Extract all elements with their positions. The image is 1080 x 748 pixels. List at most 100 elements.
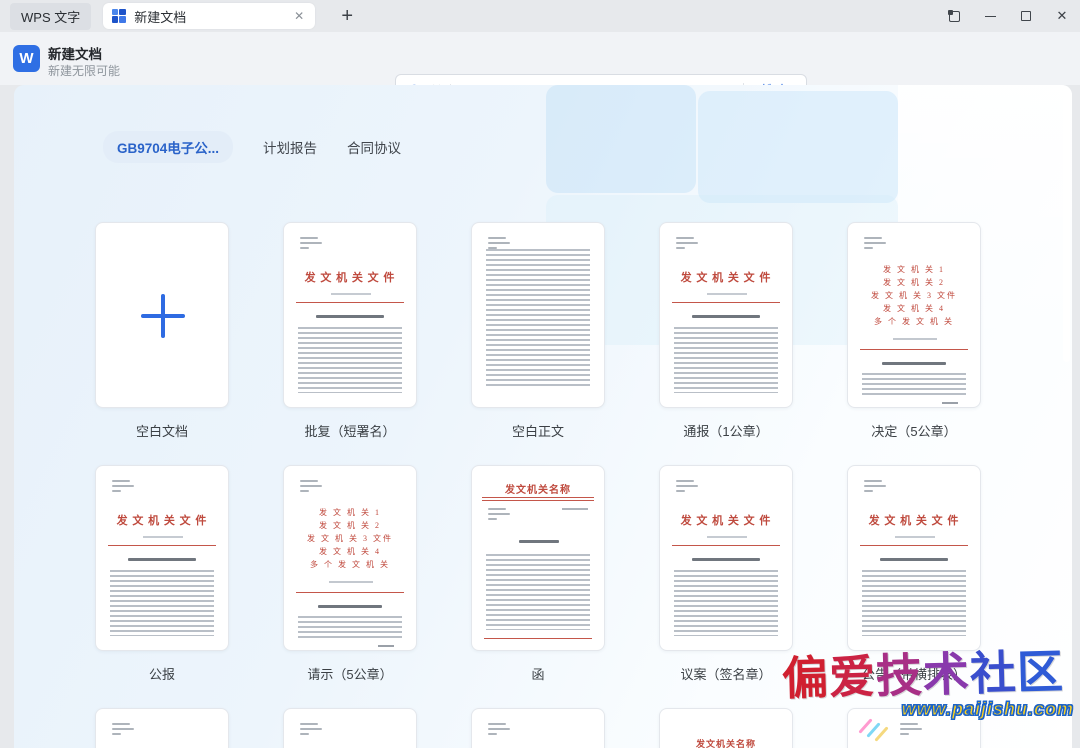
new-blank-plus-icon [161, 294, 165, 338]
header: W 新建文档 新建无限可能 搜索 [0, 32, 1080, 85]
doc-signature-line [378, 645, 394, 647]
template-card[interactable]: 发文机关名称 [471, 465, 605, 651]
template-card[interactable] [95, 222, 229, 408]
template-card[interactable]: 发文机关名称 [659, 708, 793, 748]
doc-red-rule [296, 302, 404, 303]
window-controls: ✕ [936, 0, 1080, 32]
document-tab[interactable]: 新建文档 ✕ [103, 3, 315, 29]
doc-meta-lines [300, 723, 322, 738]
document-grid-icon [112, 9, 126, 23]
template-cell: 发 文 机 关 文 件批复（短署名） [283, 222, 417, 465]
tab-close-icon[interactable]: ✕ [292, 9, 306, 23]
doc-body-lines [674, 327, 778, 393]
template-card[interactable]: 发 文 机 关 文 件 [659, 222, 793, 408]
template-card[interactable] [283, 708, 417, 748]
doc-body-lines [486, 554, 590, 630]
page-subtitle: 新建无限可能 [48, 62, 120, 79]
doc-title-line [880, 558, 948, 561]
watermark-text: 偏爱技术社区 [765, 646, 1080, 705]
doc-signature-line [942, 402, 958, 404]
layout-mode-button[interactable] [936, 0, 972, 32]
page-title: 新建文档 [48, 43, 102, 63]
doc-meta-lines [488, 508, 510, 523]
doc-red-heading: 发 文 机 关 文 件 [848, 512, 980, 528]
doc-title-line [316, 315, 384, 318]
doc-title-line [882, 362, 946, 365]
new-tab-button[interactable]: + [335, 5, 359, 28]
template-label: 决定（5公章） [847, 421, 981, 440]
template-cell: 发 文 机 关 文 件公报 [95, 465, 229, 708]
doc-body-lines [298, 327, 402, 393]
doc-meta-lines [562, 508, 588, 510]
template-card[interactable] [95, 708, 229, 748]
doc-org-list: 发 文 机 关 1发 文 机 关 2发 文 机 关 3 文件发 文 机 关 4多… [848, 263, 980, 328]
doc-body-lines [110, 570, 214, 636]
template-cell [283, 708, 417, 748]
doc-body-lines [486, 249, 590, 389]
app-menu-button[interactable]: WPS 文字 [10, 3, 91, 30]
template-card[interactable]: 发 文 机 关 1发 文 机 关 2发 文 机 关 3 文件发 文 机 关 4多… [283, 465, 417, 651]
template-card[interactable]: 发 文 机 关 文 件 [95, 465, 229, 651]
doc-red-heading: 发 文 机 关 文 件 [660, 512, 792, 528]
template-card[interactable] [471, 222, 605, 408]
doc-red-rule [860, 545, 968, 546]
template-label: 空白文档 [95, 421, 229, 440]
doc-body-lines [298, 616, 402, 640]
doc-red-rule [296, 592, 404, 593]
titlebar: WPS 文字 新建文档 ✕ + ✕ [0, 0, 1080, 32]
doc-org-list: 发 文 机 关 1发 文 机 关 2发 文 机 关 3 文件发 文 机 关 4多… [284, 506, 416, 571]
template-label: 通报（1公章） [659, 421, 793, 440]
template-cell: 发 文 机 关 文 件通报（1公章） [659, 222, 793, 465]
doc-body-lines [862, 570, 966, 636]
watermark-url: www.paijishu.com [902, 699, 1074, 720]
category-tab-item[interactable]: 合同协议 [347, 137, 401, 157]
doc-title-line [128, 558, 196, 561]
template-label: 公报 [95, 664, 229, 683]
template-card[interactable] [471, 708, 605, 748]
template-label: 批复（短署名） [283, 421, 417, 440]
template-card[interactable]: 发 文 机 关 文 件 [847, 465, 981, 651]
template-card[interactable]: 发 文 机 关 文 件 [283, 222, 417, 408]
wps-writer-logo: W [13, 45, 40, 72]
category-tab-item[interactable]: 计划报告 [263, 137, 317, 157]
doc-red-heading: 发文机关名称 [472, 481, 604, 496]
maximize-button[interactable] [1008, 0, 1044, 32]
doc-red-rule [484, 638, 592, 639]
doc-red-heading: 发 文 机 关 文 件 [284, 269, 416, 285]
doc-date-line [895, 536, 935, 538]
doc-body-lines [674, 570, 778, 636]
close-window-button[interactable]: ✕ [1044, 0, 1080, 32]
doc-red-rule [108, 545, 216, 546]
doc-meta-lines [300, 480, 322, 495]
template-card[interactable]: 发 文 机 关 文 件 [659, 465, 793, 651]
doc-red-rule [672, 302, 780, 303]
minimize-button[interactable] [972, 0, 1008, 32]
tab-title: 新建文档 [134, 7, 292, 26]
template-label: 请示（5公章） [283, 664, 417, 683]
template-cell [95, 708, 229, 748]
doc-meta-lines [112, 480, 134, 495]
doc-body-lines [862, 373, 966, 397]
maximize-icon [1021, 11, 1031, 21]
doc-title-line [692, 315, 760, 318]
background-decoration [546, 85, 696, 193]
doc-title-line [318, 605, 382, 608]
doc-meta-lines [300, 237, 322, 252]
scrollbar-thumb[interactable] [1063, 90, 1070, 362]
template-label: 函 [471, 664, 605, 683]
category-tab-active[interactable]: GB9704电子公... [103, 131, 233, 163]
doc-date-line [893, 338, 937, 340]
doc-meta-lines [488, 723, 510, 738]
doc-date-line [329, 581, 373, 583]
category-tabs: GB9704电子公... 计划报告 合同协议 [103, 131, 401, 163]
doc-date-line [707, 536, 747, 538]
template-card[interactable]: 发 文 机 关 1发 文 机 关 2发 文 机 关 3 文件发 文 机 关 4多… [847, 222, 981, 408]
template-cell: 发文机关名称 [659, 708, 793, 748]
layout-mode-icon [949, 11, 960, 22]
doc-red-rule [672, 545, 780, 546]
template-cell [471, 708, 605, 748]
doc-red-heading: 发 文 机 关 文 件 [96, 512, 228, 528]
template-label: 空白正文 [471, 421, 605, 440]
doc-title-line [519, 540, 559, 543]
doc-red-rule [860, 349, 968, 350]
